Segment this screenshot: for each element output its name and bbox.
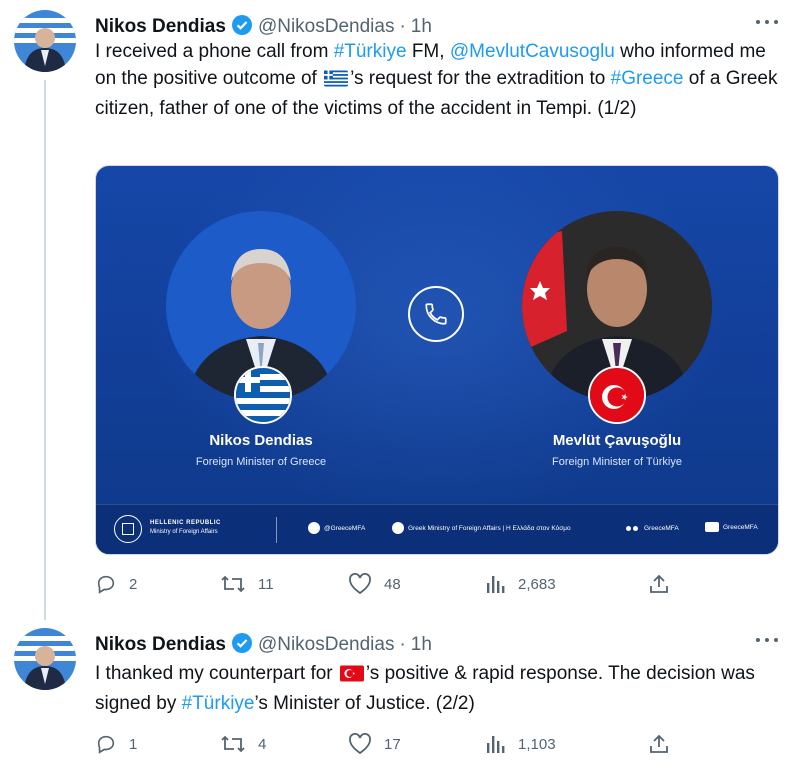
like-icon — [349, 733, 371, 755]
hashtag-link[interactable]: #Türkiye — [182, 693, 255, 714]
verified-badge-icon — [231, 15, 252, 35]
share-icon — [650, 734, 668, 753]
tweet-text: I thanked my counterpart for ’s positive… — [95, 660, 780, 717]
tweet-actions: 1 4 17 1,103 — [95, 733, 675, 757]
more-icon[interactable] — [756, 636, 778, 644]
reply-count: 1 — [129, 735, 138, 753]
footer-flickr: GreeceMFA — [626, 522, 679, 534]
tweet-media-image[interactable]: Nikos Dendias Foreign Minister of Greece… — [95, 165, 779, 555]
author-name[interactable]: Nikos Dendias — [95, 15, 226, 39]
footer-youtube-label: GreeceMFA — [723, 523, 758, 531]
hashtag-link[interactable]: #Türkiye — [334, 41, 407, 62]
retweet-icon — [221, 735, 245, 753]
like-button[interactable]: 48 — [348, 573, 401, 595]
facebook-icon — [392, 522, 404, 534]
views-count: 1,103 — [518, 735, 556, 753]
views-button[interactable]: 2,683 — [486, 573, 556, 595]
ministry-label: HELLENIC REPUBLIC Ministry of Foreign Af… — [150, 519, 221, 537]
hashtag-link[interactable]: #Greece — [611, 68, 684, 89]
reply-count: 2 — [129, 575, 138, 593]
tweet-text-part: I thanked my counterpart for — [95, 663, 338, 684]
media-footer: HELLENIC REPUBLIC Ministry of Foreign Af… — [96, 504, 778, 554]
footer-divider — [276, 517, 277, 543]
footer-facebook-label: Greek Ministry of Foreign Affairs | Η Ελ… — [408, 524, 571, 532]
tweet-header: Nikos Dendias @NikosDendias · 1h — [95, 12, 432, 39]
tweet-text-part: ’s request for the extradition to — [350, 68, 611, 89]
like-count: 17 — [384, 735, 401, 753]
like-button[interactable]: 17 — [348, 733, 401, 755]
share-icon — [650, 574, 668, 593]
turkey-flag-icon — [588, 366, 646, 424]
footer-twitter: @GreeceMFA — [308, 522, 365, 534]
views-icon — [487, 576, 505, 593]
phone-icon — [408, 286, 464, 342]
thread-connector-line — [44, 80, 46, 620]
footer-twitter-label: @GreeceMFA — [324, 524, 366, 532]
share-button[interactable] — [648, 573, 682, 595]
reply-icon — [97, 575, 115, 594]
greece-flag-icon — [234, 366, 292, 424]
tweet-text-part: I received a phone call from — [95, 41, 334, 62]
tweet-actions: 2 11 48 2,683 — [95, 573, 675, 597]
separator: · — [399, 16, 406, 37]
retweet-button[interactable]: 4 — [220, 733, 266, 755]
separator: · — [399, 634, 406, 655]
more-icon[interactable] — [756, 18, 778, 26]
author-avatar[interactable] — [14, 10, 76, 72]
retweet-count: 11 — [258, 575, 274, 593]
footer-flickr-label: GreeceMFA — [644, 524, 679, 532]
author-handle[interactable]: @NikosDendias — [258, 15, 395, 39]
right-person-name: Mevlüt Çavuşoğlu — [552, 432, 682, 449]
right-person-role: Foreign Minister of Türkiye — [551, 456, 682, 468]
retweet-count: 4 — [258, 735, 267, 753]
tweet-text: I received a phone call from #Türkiye FM… — [95, 38, 780, 122]
ministry-emblem-icon — [114, 515, 142, 543]
footer-facebook: Greek Ministry of Foreign Affairs | Η Ελ… — [392, 522, 571, 534]
footer-youtube: GreeceMFA — [705, 522, 758, 532]
share-button[interactable] — [648, 733, 682, 755]
reply-icon — [97, 735, 115, 754]
tweet-text-part: FM, — [406, 41, 450, 62]
flickr-icon — [626, 522, 640, 534]
verified-badge-icon — [231, 633, 252, 653]
views-button[interactable]: 1,103 — [486, 733, 556, 755]
like-icon — [349, 573, 371, 595]
tweet-text-part: ’s Minister of Justice. (2/2) — [254, 693, 475, 714]
reply-button[interactable]: 2 — [95, 573, 137, 595]
author-avatar[interactable] — [14, 628, 76, 690]
views-icon — [487, 736, 505, 753]
youtube-icon — [705, 522, 719, 532]
like-count: 48 — [384, 575, 401, 593]
left-person-role: Foreign Minister of Greece — [195, 456, 327, 468]
retweet-icon — [221, 575, 245, 593]
timestamp[interactable]: 1h — [411, 633, 432, 657]
left-person-name: Nikos Dendias — [209, 432, 313, 449]
timestamp[interactable]: 1h — [411, 15, 432, 39]
mention-link[interactable]: @MevlutCavusoglu — [450, 41, 615, 62]
twitter-icon — [308, 522, 320, 534]
footer-line2: Ministry of Foreign Affairs — [150, 529, 218, 535]
author-handle[interactable]: @NikosDendias — [258, 633, 395, 657]
turkey-flag-icon — [339, 663, 364, 690]
greece-flag-icon — [324, 68, 349, 95]
footer-line1: HELLENIC REPUBLIC — [150, 520, 221, 526]
retweet-button[interactable]: 11 — [220, 573, 274, 595]
views-count: 2,683 — [518, 575, 556, 593]
author-name[interactable]: Nikos Dendias — [95, 633, 226, 657]
tweet-header: Nikos Dendias @NikosDendias · 1h — [95, 630, 432, 657]
reply-button[interactable]: 1 — [95, 733, 137, 755]
